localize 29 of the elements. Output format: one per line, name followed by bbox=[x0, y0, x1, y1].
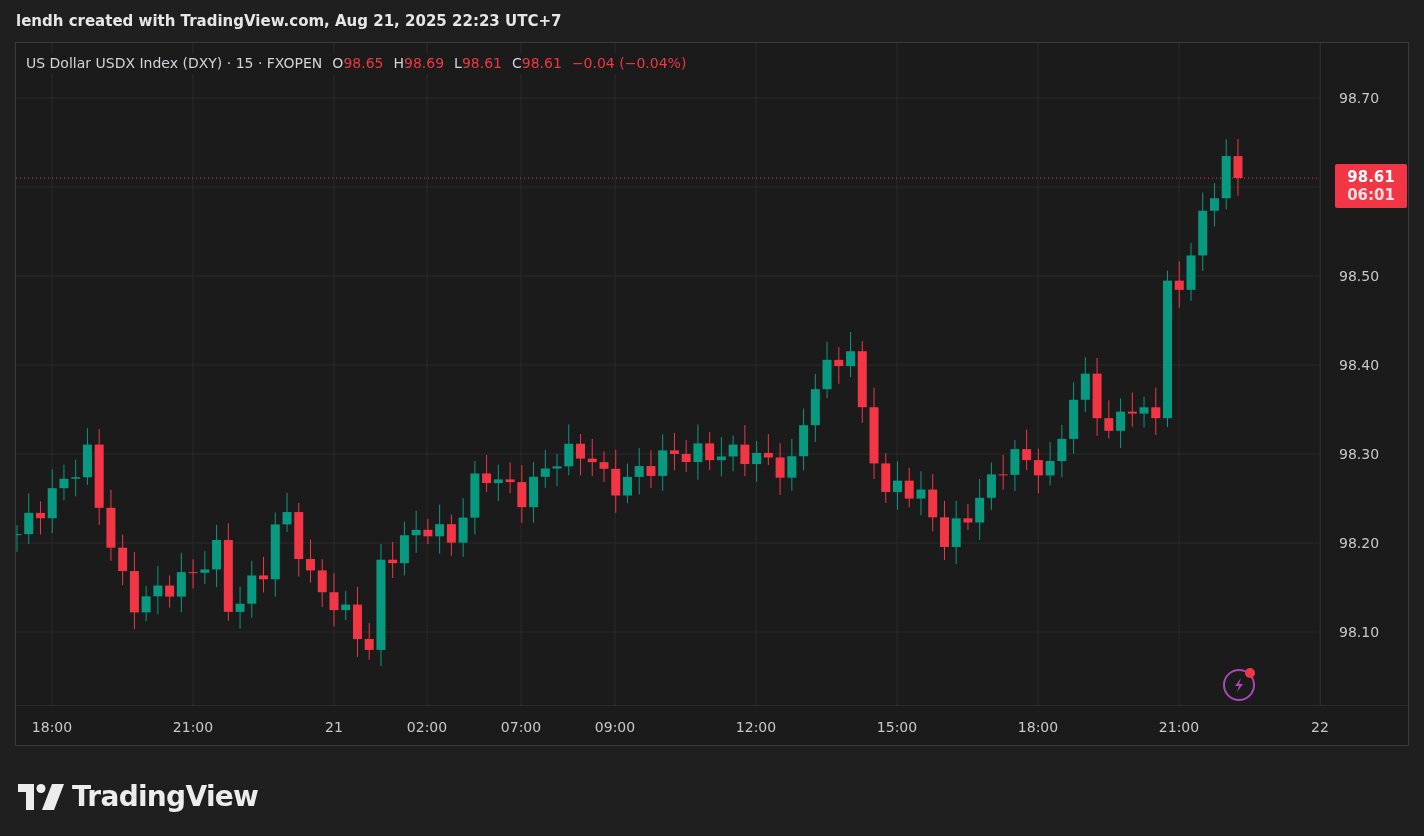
symbol-title: US Dollar USDX Index (DXY) · 15 · FXOPEN bbox=[26, 54, 323, 73]
time-axis-label: 18:00 bbox=[1017, 718, 1059, 737]
price-change: −0.04 (−0.04%) bbox=[571, 54, 687, 73]
time-axis-label: 22 bbox=[1311, 718, 1329, 737]
countdown-timer: 06:01 bbox=[1347, 186, 1395, 204]
price-axis-label: 98.30 bbox=[1339, 447, 1380, 461]
current-price: 98.61 bbox=[1347, 168, 1395, 186]
time-axis-label: 21:00 bbox=[1158, 718, 1200, 737]
ohlc-value: H98.69 bbox=[393, 54, 445, 73]
alert-lightning-icon[interactable] bbox=[1223, 669, 1255, 701]
time-axis-label: 12:00 bbox=[735, 718, 777, 737]
price-axis-label: 98.50 bbox=[1339, 269, 1380, 283]
price-axis-label: 98.40 bbox=[1339, 358, 1380, 372]
ohlc-value: L98.61 bbox=[454, 54, 502, 73]
logo-text: TradingView bbox=[72, 779, 259, 815]
time-axis-label: 18:00 bbox=[31, 718, 73, 737]
time-axis-label: 07:00 bbox=[500, 718, 542, 737]
price-axis-label: 98.70 bbox=[1339, 91, 1380, 105]
header-text: lendh created with TradingView.com, Aug 21, 2025 22:23 UTC+7 bbox=[16, 10, 562, 32]
time-axis-label: 15:00 bbox=[876, 718, 918, 737]
time-axis-label: 09:00 bbox=[594, 718, 636, 737]
time-axis-label: 21:00 bbox=[172, 718, 214, 737]
time-axis-label: 21 bbox=[325, 718, 343, 737]
time-axis-label: 02:00 bbox=[406, 718, 448, 737]
price-axis-label: 98.10 bbox=[1339, 625, 1380, 639]
price-axis-label: 98.20 bbox=[1339, 536, 1380, 550]
ohlc-value: C98.61 bbox=[512, 54, 562, 73]
logo-icon bbox=[18, 784, 64, 810]
ohlc-value: O98.65 bbox=[332, 54, 384, 73]
